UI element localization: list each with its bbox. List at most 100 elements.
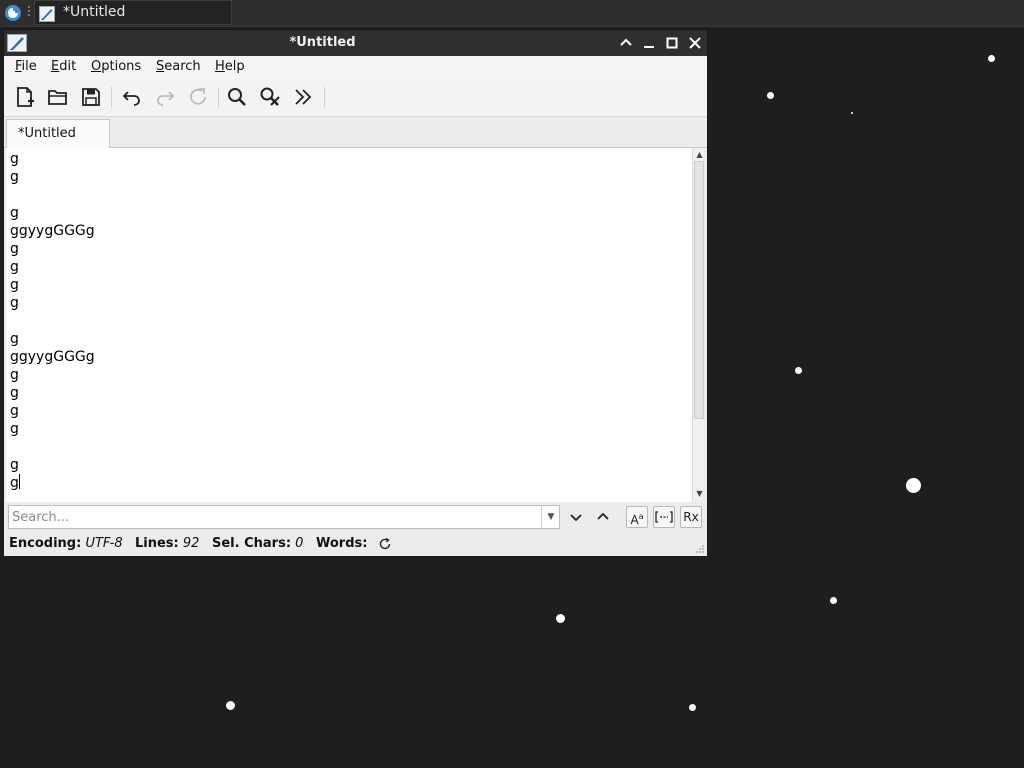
find-previous-button[interactable] — [592, 506, 614, 528]
toolbar-separator — [218, 87, 219, 107]
find-replace-icon — [260, 87, 280, 106]
window-title: *Untitled — [289, 35, 356, 50]
save-button[interactable] — [79, 85, 103, 109]
start-menu-button[interactable] — [5, 5, 21, 21]
redo-button[interactable] — [153, 85, 177, 109]
status-lines-label: Lines: — [135, 536, 179, 551]
taskbar-item-untitled[interactable]: *Untitled — [34, 0, 232, 25]
desktop-star — [851, 112, 853, 114]
double-chevron-right-icon — [295, 89, 312, 105]
menu-help-label: elp — [224, 59, 245, 74]
maximize-icon — [666, 37, 678, 49]
status-encoding-value: UTF-8 — [85, 536, 123, 551]
reload-button[interactable] — [186, 85, 210, 109]
menu-options-label: ptions — [101, 59, 142, 74]
menu-options-accel: O — [91, 59, 102, 74]
editor-line: ggyygGGGg — [10, 223, 95, 239]
status-encoding: Encoding: UTF-8 — [9, 536, 123, 551]
desktop-star — [556, 614, 565, 623]
editor-line: g — [10, 367, 19, 383]
status-lines: Lines: 92 — [135, 536, 199, 551]
scroll-down-icon[interactable]: ▼ — [695, 489, 704, 498]
menu-search-label: earch — [164, 59, 201, 74]
new-document-icon — [17, 87, 34, 107]
close-button[interactable] — [687, 35, 703, 51]
window-titlebar[interactable]: *Untitled — [4, 30, 707, 56]
whole-word-button[interactable] — [653, 506, 675, 528]
taskbar-grip — [27, 6, 31, 20]
menu-edit-label: dit — [59, 59, 77, 74]
taskbar: *Untitled — [0, 0, 1024, 27]
new-document-button[interactable] — [13, 85, 37, 109]
menu-help[interactable]: Help — [215, 59, 245, 74]
status-sel-chars: Sel. Chars: 0 — [212, 536, 303, 551]
search-input[interactable] — [8, 505, 560, 529]
open-file-button[interactable] — [46, 85, 70, 109]
minimize-button[interactable] — [641, 35, 657, 51]
find-replace-button[interactable] — [258, 85, 282, 109]
text-editor-area[interactable]: g g g ggyygGGGg g g g g g ggyygGGGg g g g g g g — [6, 148, 692, 502]
desktop-star — [689, 704, 696, 711]
refresh-word-count-icon[interactable] — [378, 537, 392, 555]
match-case-label: A — [630, 513, 639, 527]
status-bar: Encoding: UTF-8 Lines: 92 Sel. Chars: 0 … — [4, 532, 707, 556]
undo-button[interactable] — [120, 85, 144, 109]
find-button[interactable] — [225, 85, 249, 109]
editor-window: *Untitled File Edit Options Search Help — [3, 29, 708, 557]
regex-button[interactable]: Rx — [680, 506, 702, 528]
maximize-button[interactable] — [664, 35, 680, 51]
search-bar: ▼ Aa Rx — [4, 502, 707, 532]
menu-options[interactable]: Options — [91, 59, 141, 74]
menu-edit-accel: E — [51, 59, 60, 74]
match-case-icon: Aa — [627, 507, 647, 530]
menu-file[interactable]: File — [15, 59, 37, 74]
editor-line: g — [10, 421, 19, 437]
taskbar-item-label: *Untitled — [63, 4, 126, 20]
shade-button[interactable] — [618, 35, 634, 51]
text-caret — [18, 474, 20, 489]
save-icon — [82, 88, 100, 106]
redo-icon — [157, 91, 175, 106]
chevron-up-icon — [620, 38, 632, 46]
editor-line: ggyygGGGg — [10, 349, 95, 365]
menu-help-accel: H — [215, 59, 225, 74]
editor-line: g — [10, 205, 19, 221]
search-history-dropdown[interactable]: ▼ — [541, 506, 560, 528]
open-folder-icon — [48, 90, 67, 105]
desktop-star — [226, 701, 235, 710]
menu-edit[interactable]: Edit — [51, 59, 76, 74]
whole-word-icon — [655, 511, 673, 523]
desktop-star — [906, 478, 921, 493]
search-icon — [228, 88, 246, 106]
minimize-icon — [644, 46, 654, 48]
status-sel-value: 0 — [295, 536, 304, 551]
editor-line: g — [10, 457, 19, 473]
editor-line: g — [10, 474, 20, 491]
toolbar-separator — [111, 87, 112, 107]
resize-grip-icon[interactable] — [695, 544, 705, 554]
status-words: Words: — [316, 536, 367, 551]
text-editor-icon — [39, 6, 55, 30]
menu-search[interactable]: Search — [156, 59, 201, 74]
desktop-star — [767, 92, 774, 99]
more-tools-button[interactable] — [291, 85, 315, 109]
desktop-star — [830, 597, 837, 604]
match-case-sup: a — [638, 512, 644, 521]
scroll-up-icon[interactable]: ▲ — [695, 150, 704, 159]
editor-line: g — [10, 259, 19, 275]
menu-file-label: ile — [21, 59, 37, 74]
match-case-button[interactable]: Aa — [626, 506, 648, 528]
scrollbar-thumb[interactable] — [694, 161, 704, 419]
tab-untitled[interactable]: *Untitled — [6, 119, 110, 149]
regex-icon: Rx — [683, 510, 699, 524]
editor-line: g — [10, 403, 19, 419]
undo-icon — [122, 91, 140, 106]
status-sel-label: Sel. Chars: — [212, 536, 292, 551]
vertical-scrollbar[interactable]: ▲ ▼ — [692, 148, 705, 502]
toolbar-separator — [324, 87, 325, 107]
status-words-label: Words: — [316, 536, 368, 551]
close-icon — [689, 37, 701, 49]
find-next-button[interactable] — [565, 506, 587, 528]
